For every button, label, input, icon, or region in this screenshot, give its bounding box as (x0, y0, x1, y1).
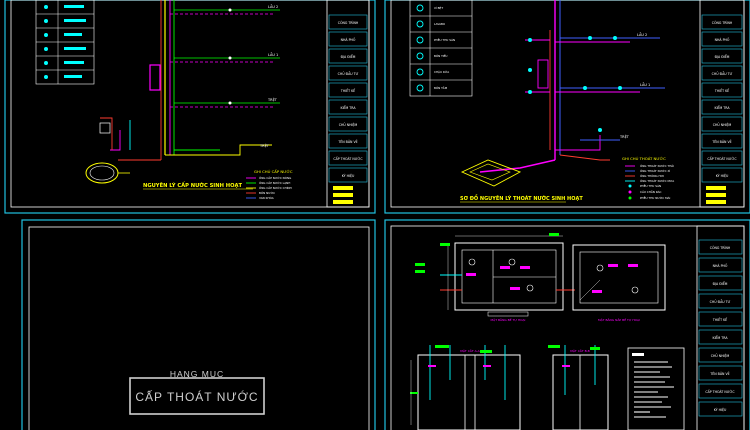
s4-plan-label-2: MẶT CẮT A-A (460, 348, 480, 353)
s2-legend-title: GHI CHÚ THOÁT NƯỚC (622, 156, 666, 161)
sheet-1-water-supply: LẦU 2 LẦU 1 TRỆT TRỆT NGUYÊN LÝ CẤP NƯỚC… (35, 0, 293, 200)
septic-lid-plan: MẶT BẰNG NẮP BỂ TỰ HOẠI (572, 244, 666, 322)
sheet-4-septic-details: MẶT BẰNG BỂ TỰ HOẠI MẶT BẰNG NẮP BỂ TỰ H… (410, 233, 685, 430)
tb4-cell-5: KIỂM TRA (712, 335, 728, 340)
septic-notes (627, 347, 685, 430)
tb1-cell-1: NHÀ PHỐ (341, 37, 356, 42)
tb4-cell-0: CÔNG TRÌNH (710, 245, 731, 250)
sheet-1-title: NGUYÊN LÝ CẤP NƯỚC SINH HOẠT (143, 181, 242, 189)
septic-section-a: MẶT CẮT A-A (410, 345, 521, 430)
tb4-cell-8: CẤP THOÁT NƯỚC (705, 389, 735, 394)
s1-level-tag-2: TRỆT (267, 97, 278, 102)
sheet-2-inner (390, 0, 745, 208)
septic-plan: MẶT BẰNG BỂ TỰ HOẠI (415, 233, 575, 322)
tb2-cell-7: TÊN BẢN VẼ (711, 139, 731, 144)
tb1-cell-4: THIẾT KẾ (340, 87, 356, 93)
s2-legend-item-6: PHỄU THU NƯỚC MÁI (640, 195, 670, 200)
tb4-cell-6: CHỦ NHIỆM (711, 353, 730, 358)
sheet-4-inner (390, 225, 745, 430)
septic-section-b: MẶT CẮT B-B (548, 345, 609, 430)
sheet-2-pipe-legend: GHI CHÚ THOÁT NƯỚC ỐNG THOÁT NƯỚC THẢI Ố… (622, 156, 674, 200)
tb1-cell-0: CÔNG TRÌNH (338, 20, 359, 25)
tb2-cell-8: CẤP THOÁT NƯỚC (707, 156, 737, 161)
tb1-cell-6: CHỦ NHIỆM (339, 122, 358, 127)
tb2-cell-6: CHỦ NHIỆM (713, 122, 732, 127)
s2-legend-item-4: PHỄU THU SÀN (640, 183, 661, 188)
s2-fixture-1: LAVABO (434, 22, 446, 26)
s2-legend-item-1: ỐNG THOÁT NƯỚC XÍ (640, 168, 670, 173)
s1-legend-title: GHI CHÚ CẤP NƯỚC (254, 169, 293, 174)
sheet-1-pipe-legend: GHI CHÚ CẤP NƯỚC ỐNG CẤP NƯỚC NÓNG ỐNG C… (246, 169, 293, 200)
title-block-sheet-2: CÔNG TRÌNH NHÀ PHỐ ĐỊA ĐIỂM CHỦ ĐẦU TƯ T… (699, 0, 745, 208)
s2-level-tag-0: LẦU 2 (637, 32, 647, 37)
tb2-cell-4: THIẾT KẾ (714, 87, 730, 93)
s2-legend-item-3: ỐNG THOÁT NƯỚC MƯA (640, 178, 674, 183)
tb2-cell-3: CHỦ ĐẦU TƯ (712, 71, 733, 76)
s1-legend-item-4: VAN KHÓA (259, 195, 274, 200)
cover-category-label: HẠNG MỤC (170, 369, 224, 379)
sheet-1-inner (10, 0, 370, 208)
s2-level-tag-1: LẦU 1 (640, 82, 650, 87)
s1-legend-item-2: ỐNG CẤP NƯỚC CHÍNH (259, 185, 292, 190)
tb4-cell-1: NHÀ PHỐ (713, 263, 728, 268)
s4-plan-label-3: MẶT CẮT B-B (570, 348, 589, 353)
s2-fixture-2: PHỄU THU SÀN (434, 37, 455, 42)
tb2-cell-5: KIỂM TRA (714, 105, 730, 110)
sheet-4-frame (384, 219, 750, 430)
cover-title: CẤP THOÁT NƯỚC (135, 389, 258, 404)
s2-legend-item-0: ỐNG THOÁT NƯỚC THẢI (640, 163, 674, 168)
s4-plan-label-0: MẶT BẰNG BỂ TỰ HOẠI (491, 317, 526, 322)
tb4-cell-3: CHỦ ĐẦU TƯ (710, 299, 731, 304)
sheet-3-cover: HẠNG MỤC CẤP THOÁT NƯỚC (129, 369, 265, 415)
title-block-sheet-4: CÔNG TRÌNH NHÀ PHỐ ĐỊA ĐIỂM CHỦ ĐẦU TƯ T… (696, 225, 745, 430)
tb2-cell-2: ĐỊA ĐIỂM (715, 54, 730, 59)
s2-legend-item-2: ỐNG THÔNG HƠI (640, 173, 664, 178)
s2-fixture-0: XÍ BỆT (434, 5, 443, 10)
tb4-cell-2: ĐỊA ĐIỂM (713, 281, 728, 286)
tb1-cell-3: CHỦ ĐẦU TƯ (338, 71, 359, 76)
tb2-cell-1: NHÀ PHỐ (715, 37, 730, 42)
s1-level-tag-0: LẦU 2 (268, 4, 278, 9)
sheet-1-fixture-legend (35, 0, 95, 85)
cad-drawing-canvas: CÔNG TRÌNH NHÀ PHỐ ĐỊA ĐIỂM CHỦ ĐẦU TƯ T… (4, 0, 750, 430)
s2-fixture-4: CHẬU RỬA (434, 69, 449, 74)
sheet-frames (4, 0, 750, 430)
s1-legend-item-0: ỐNG CẤP NƯỚC NÓNG (259, 175, 291, 180)
s1-level-tag-1: LẦU 1 (268, 52, 278, 57)
sheet-1-frame (4, 0, 376, 214)
s2-fixture-3: BỒN TIỂU (434, 53, 447, 58)
title-block-sheet-1: CÔNG TRÌNH NHÀ PHỐ ĐỊA ĐIỂM CHỦ ĐẦU TƯ T… (326, 0, 370, 208)
s1-legend-item-1: ỐNG CẤP NƯỚC LẠNH (259, 180, 290, 185)
s2-legend-item-5: CẦU CHẮN RÁC (640, 189, 661, 194)
tb1-cell-5: KIỂM TRA (340, 105, 356, 110)
tb4-cell-9: KÝ HIỆU (714, 407, 727, 412)
sheet-2-title: SƠ ĐỒ NGUYÊN LÝ THOÁT NƯỚC SINH HOẠT (460, 193, 583, 202)
sheet-2-fixture-legend: XÍ BỆT LAVABO PHỄU THU SÀN BỒN TIỂU CHẬU… (409, 0, 473, 97)
tb1-cell-7: TÊN BẢN VẼ (337, 139, 357, 144)
s2-fixture-5: BỒN TẮM (434, 85, 448, 90)
sheet-2-drainage: XÍ BỆT LAVABO PHỄU THU SÀN BỒN TIỂU CHẬU… (409, 0, 674, 203)
s1-legend-item-3: BỒN NƯỚC (259, 190, 275, 195)
tb4-cell-7: TÊN BẢN VẼ (709, 371, 729, 376)
s1-tag-ground: TRỆT (259, 143, 270, 148)
tb1-cell-9: KÝ HIỆU (342, 173, 355, 178)
s2-level-tag-2: TRỆT (619, 134, 630, 139)
tb1-cell-8: CẤP THOÁT NƯỚC (333, 156, 363, 161)
tb4-cell-4: THIẾT KẾ (712, 316, 728, 322)
tb2-cell-0: CÔNG TRÌNH (712, 20, 733, 25)
tb1-cell-2: ĐỊA ĐIỂM (341, 54, 356, 59)
tb2-cell-9: KÝ HIỆU (716, 173, 729, 178)
s4-plan-label-1: MẶT BẰNG NẮP BỂ TỰ HOẠI (598, 317, 640, 322)
